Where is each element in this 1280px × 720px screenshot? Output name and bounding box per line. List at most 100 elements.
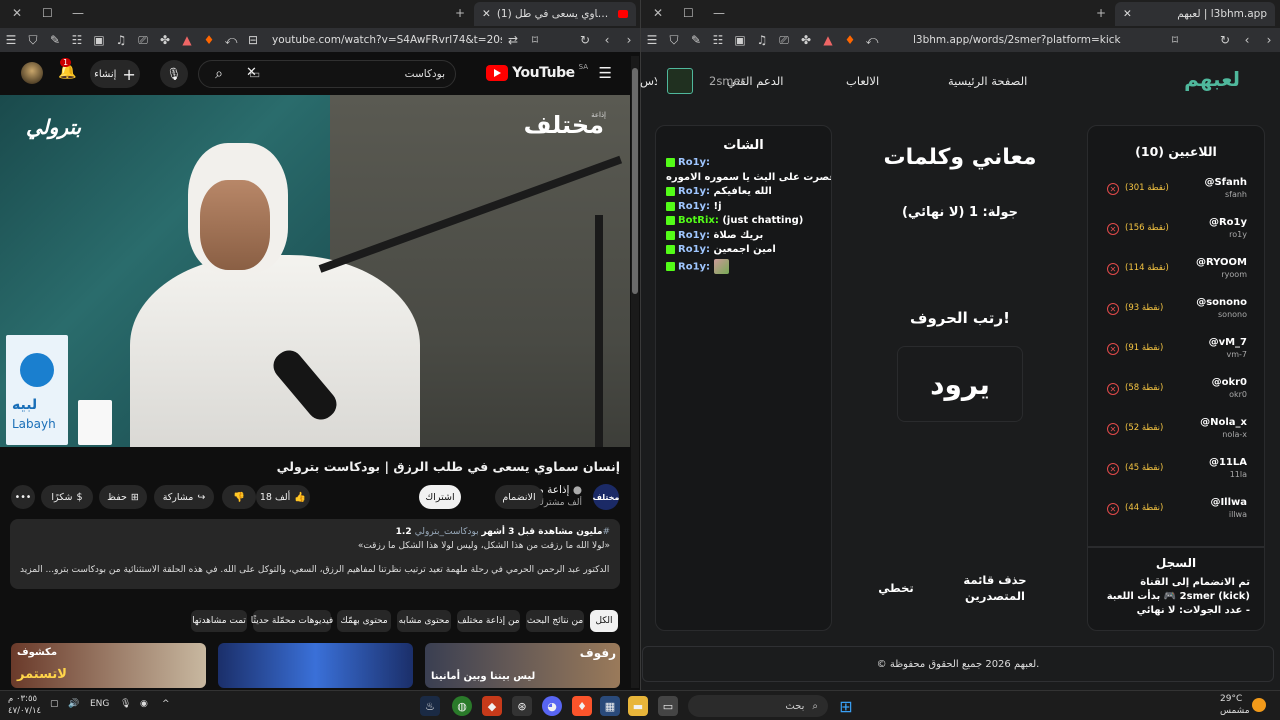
user-avatar[interactable] — [667, 68, 693, 94]
brave-app-icon[interactable]: ♦ — [572, 696, 592, 716]
url-field[interactable]: l3bhm.app/words/2smer?platform=kick — [883, 34, 1164, 46]
screenshot-icon[interactable]: ⎚ — [132, 33, 154, 48]
screenshot-icon[interactable]: ⎚ — [773, 33, 795, 48]
nav-extra[interactable]: الاس — [640, 74, 657, 88]
language-indicator[interactable]: ENG — [90, 699, 109, 709]
new-tab-icon[interactable]: + — [455, 6, 465, 20]
window-close-icon[interactable]: ✕ — [12, 6, 22, 20]
chip-similar[interactable]: محتوى مشابه — [397, 610, 451, 632]
window-maximize-icon[interactable]: ☐ — [42, 6, 53, 20]
chip-for-you[interactable]: محتوى بهمّك — [337, 610, 391, 632]
clear-search-icon[interactable]: ✕ — [246, 65, 257, 80]
music-icon[interactable]: ♫ — [751, 33, 773, 47]
alert-icon[interactable]: ▲ — [176, 33, 198, 47]
like-button[interactable]: 18 ألف 👍 — [256, 485, 310, 509]
file-explorer-icon[interactable]: ▬ — [628, 696, 648, 716]
channel-avatar[interactable]: مختلف — [593, 484, 619, 510]
volume-icon[interactable]: 🔊 — [68, 699, 79, 709]
bookmark-icon[interactable]: ⌑ — [1164, 33, 1186, 47]
weather-widget[interactable]: 29°C مشمس — [1220, 693, 1250, 717]
voice-search-button[interactable]: 🎙 — [160, 60, 188, 88]
menu-icon[interactable]: ☰ — [641, 33, 663, 47]
save-button[interactable]: حفظ ⊞ — [99, 485, 147, 509]
nav-games[interactable]: الالعاب — [846, 74, 879, 88]
windows-start-icon[interactable]: ⊞ — [836, 696, 856, 716]
search-input[interactable]: بودكاست — [260, 68, 445, 80]
bookmark-icon[interactable]: ⌑ — [524, 33, 546, 47]
notification-center-icon[interactable]: ▢ — [50, 699, 59, 709]
scrollbar[interactable] — [631, 56, 639, 688]
tab-close-icon[interactable]: ✕ — [1123, 8, 1132, 20]
forward-icon[interactable]: › — [1258, 33, 1280, 47]
window-minimize-icon[interactable]: — — [72, 6, 84, 20]
puzzle-icon[interactable]: ✎ — [685, 33, 707, 47]
chip-from-channel[interactable]: من إذاعة مختلف — [457, 610, 520, 632]
video-player[interactable]: لبيه Labayh مختلف إذاعة بترولي — [0, 95, 630, 447]
tab-youtube[interactable]: ✕ (1) إنسان سماوي يسعى في طل... — [474, 2, 636, 26]
clear-leaderboard-button[interactable]: حذف قائمة المتصدرين — [960, 572, 1030, 604]
chip-watched[interactable]: تمت مشاهدتها — [191, 610, 247, 632]
clock[interactable]: ٠٣:٥٥ م ٤٧/٠٧/١٤ — [8, 693, 41, 717]
url-field[interactable]: youtube.com/watch?v=S4AwFRvrl74&t=20s — [264, 34, 502, 46]
nav-home[interactable]: الصفحة الرئيسية — [948, 74, 1027, 88]
forward-icon[interactable]: › — [618, 33, 640, 47]
tab-close-icon[interactable]: ✕ — [482, 8, 491, 20]
dislike-button[interactable]: 👎 — [222, 485, 256, 509]
youtube-logo[interactable]: YouTube SA — [486, 63, 588, 81]
sidebar-icon[interactable]: ▣ — [88, 33, 110, 47]
remove-player-icon[interactable]: ✕ — [1107, 223, 1119, 235]
tab-l3bhm[interactable]: ✕ لعبهم | l3bhm.app — [1115, 2, 1275, 26]
shield-icon[interactable]: ⛉ — [22, 33, 44, 48]
taskbar-search[interactable]: بحث ⌕ — [688, 695, 828, 717]
hamburger-menu-icon[interactable]: ☰ — [599, 64, 612, 82]
game-app-icon[interactable]: ◆ — [482, 696, 502, 716]
bookmark-list-icon[interactable]: ☷ — [707, 33, 729, 47]
extension-icon[interactable]: ✤ — [154, 33, 176, 47]
pin-app-icon[interactable]: ⊛ — [512, 696, 532, 716]
remove-player-icon[interactable]: ✕ — [1107, 423, 1119, 435]
sidebar-icon[interactable]: ▣ — [729, 33, 751, 47]
related-video-thumb[interactable]: رفوف ليس بيننا وبين أمانينا — [425, 643, 620, 688]
subscribe-button[interactable]: اشتراك — [419, 485, 461, 509]
reload-icon[interactable]: ↻ — [574, 33, 596, 47]
scrollbar-thumb[interactable] — [632, 68, 638, 294]
video-description[interactable]: 1.2 مليون مشاهدة قبل 3 أشهر بودكاست_بترو… — [10, 519, 620, 589]
new-tab-icon[interactable]: + — [1096, 6, 1106, 20]
mic-tray-icon[interactable]: 🎙 — [120, 699, 131, 709]
chip-recent[interactable]: فيديوهات محمّلة حديثًا — [251, 610, 333, 632]
tray-overflow-icon[interactable]: ^ — [162, 699, 170, 709]
search-button[interactable]: ⌕ — [200, 61, 238, 87]
bookmark-list-icon[interactable]: ☷ — [66, 33, 88, 47]
window-close-icon[interactable]: ✕ — [653, 6, 663, 20]
remove-player-icon[interactable]: ✕ — [1107, 263, 1119, 275]
nav-username[interactable]: 2smer — [709, 74, 745, 88]
window-minimize-icon[interactable]: — — [713, 6, 725, 20]
discord-app-icon[interactable]: ◕ — [542, 696, 562, 716]
user-avatar[interactable] — [21, 62, 43, 84]
related-video-thumb[interactable] — [218, 643, 413, 688]
reload-icon[interactable]: ↻ — [1214, 33, 1236, 47]
music-icon[interactable]: ♫ — [110, 33, 132, 47]
remove-player-icon[interactable]: ✕ — [1107, 383, 1119, 395]
tune-icon[interactable]: ⇄ — [502, 33, 524, 47]
notifications-button[interactable]: 🔔 1 — [58, 58, 77, 80]
join-button[interactable]: الانضمام — [495, 485, 543, 509]
share-url-icon[interactable]: ⤺ — [861, 33, 883, 48]
extension-icon[interactable]: ✤ — [795, 33, 817, 47]
puzzle-icon[interactable]: ✎ — [44, 33, 66, 47]
remove-player-icon[interactable]: ✕ — [1107, 463, 1119, 475]
store-app-icon[interactable]: ▦ — [600, 696, 620, 716]
chip-from-search[interactable]: من نتائج البحث — [526, 610, 584, 632]
back-icon[interactable]: ‹ — [1236, 33, 1258, 47]
alert-icon[interactable]: ▲ — [817, 33, 839, 47]
share-button[interactable]: مشاركة ↪ — [154, 485, 214, 509]
brave-shield-icon[interactable]: ♦ — [198, 33, 220, 47]
brave-shield-icon[interactable]: ♦ — [839, 33, 861, 47]
site-info-icon[interactable]: ⊟ — [242, 33, 264, 47]
chip-all[interactable]: الكل — [590, 610, 618, 632]
shield-icon[interactable]: ⛉ — [663, 33, 685, 48]
steam-app-icon[interactable]: ♨ — [420, 696, 440, 716]
app-tray-icon[interactable]: ◉ — [140, 699, 148, 709]
chrome-app-icon[interactable]: ◍ — [452, 696, 472, 716]
share-url-icon[interactable]: ⤺ — [220, 33, 242, 48]
